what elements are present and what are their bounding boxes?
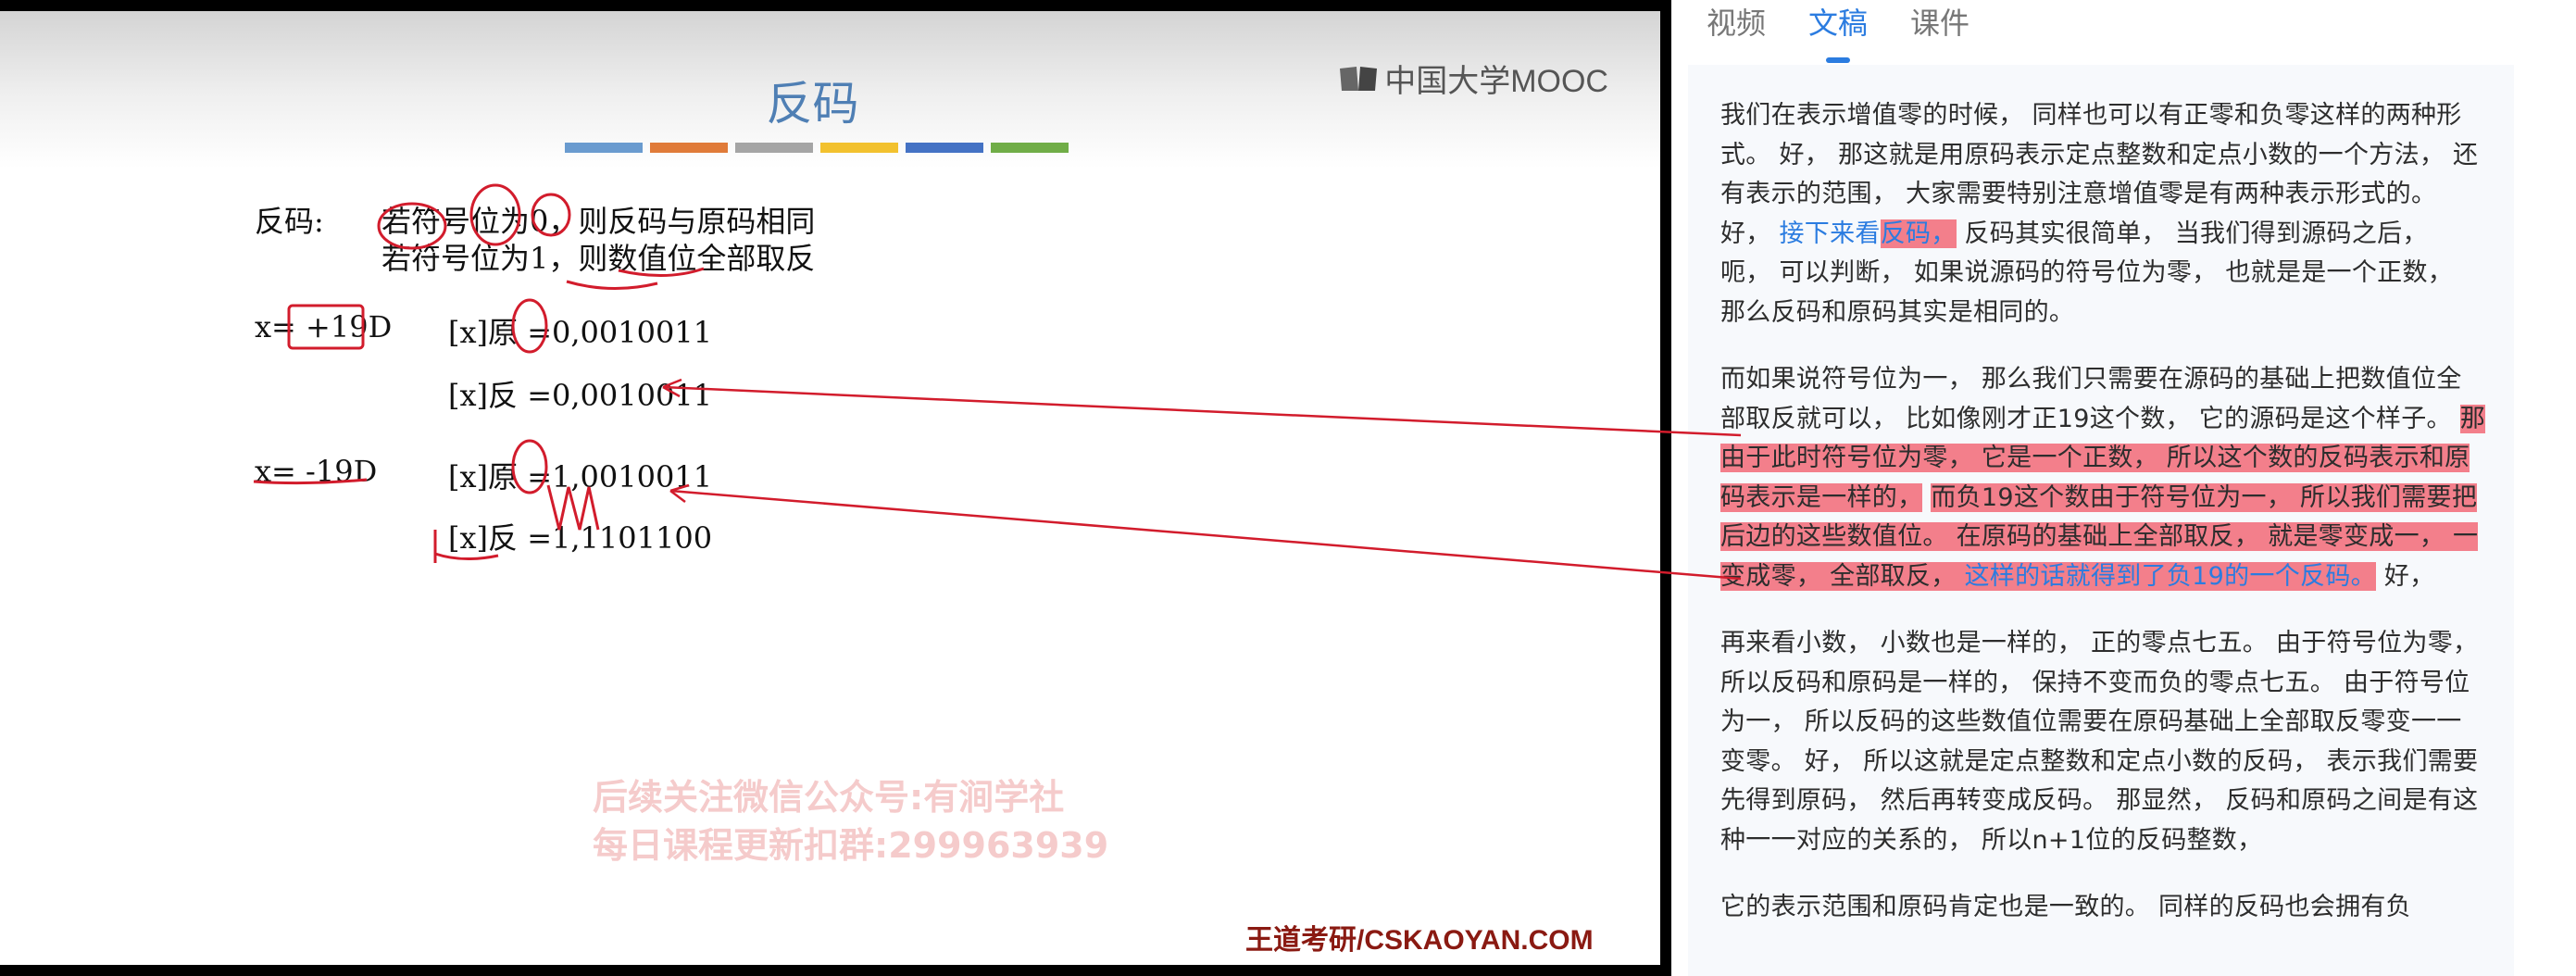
bar-segment — [735, 143, 813, 153]
tab-transcript[interactable]: 文稿 — [1808, 0, 1868, 56]
transcript-text: 好， — [2375, 561, 2435, 591]
transcript-text — [1922, 483, 1931, 512]
example1-x: x= +19D — [255, 309, 393, 344]
current-sentence: 接下来看 — [1779, 219, 1881, 248]
side-panel: 视频 文稿 课件 我们在表示增值零的时候， 同样也可以有正零和负零这样的两种形式… — [1671, 0, 2576, 976]
watermark-line-1: 后续关注微信公众号:有涧学社 — [593, 777, 1065, 818]
definition-line-2: 若符号位为1，则数值位全部取反 — [381, 241, 816, 276]
example1-original: [x]原 =0,0010011 — [448, 315, 713, 350]
watermark-line-2: 每日课程更新扣群:299963939 — [593, 825, 1109, 866]
highlighted-text: 反码， — [1880, 219, 1957, 248]
title-color-bar — [565, 143, 1069, 153]
bar-segment — [650, 143, 728, 153]
slide-title: 反码 — [766, 77, 859, 131]
tab-courseware[interactable]: 课件 — [1910, 0, 1970, 56]
bar-segment — [820, 143, 898, 153]
bar-segment — [991, 143, 1069, 153]
transcript-paragraph[interactable]: 我们在表示增值零的时候， 同样也可以有正零和负零这样的两种形式。 好， 那这就是… — [1720, 96, 2486, 332]
example2-x: x= -19D — [255, 454, 378, 489]
example2-original: [x]原 =1,0010011 — [448, 459, 713, 494]
transcript-panel[interactable]: 我们在表示增值零的时候， 同样也可以有正零和负零这样的两种形式。 好， 那这就是… — [1688, 65, 2514, 976]
transcript-paragraph[interactable]: 它的表示范围和原码肯定也是一致的。 同样的反码也会拥有负 — [1720, 888, 2486, 928]
tab-video[interactable]: 视频 — [1707, 0, 1766, 56]
video-player[interactable]: 中国大学MOOC 反码 反码: 若符号位为0，则反码与原码相同 若符号位为1，则… — [0, 0, 1671, 976]
lecture-slide: 中国大学MOOC 反码 反码: 若符号位为0，则反码与原码相同 若符号位为1，则… — [0, 11, 1660, 965]
bar-segment — [565, 143, 643, 153]
highlighted-current-text: 这样的话就得到了负19的一个反码。 — [1964, 561, 2376, 591]
panel-tabs: 视频 文稿 课件 — [1707, 0, 1970, 56]
transcript-paragraph[interactable]: 再来看小数， 小数也是一样的， 正的零点七五。 由于符号位为零， 所以反码和原码… — [1720, 624, 2486, 860]
transcript-text: 而如果说符号位为一， 那么我们只需要在源码的基础上把数值位全部取反就可以， 比如… — [1720, 365, 2462, 433]
bar-segment — [906, 143, 983, 153]
footer-brand: 王道考研/CSKAOYAN.COM — [1245, 925, 1594, 956]
definition-label: 反码: — [255, 204, 324, 239]
example1-inverse: [x]反 =0,0010011 — [448, 378, 713, 413]
example2-inverse: [x]反 =1,1101100 — [448, 520, 713, 556]
transcript-paragraph[interactable]: 而如果说符号位为一， 那么我们只需要在源码的基础上把数值位全部取反就可以， 比如… — [1720, 360, 2486, 596]
